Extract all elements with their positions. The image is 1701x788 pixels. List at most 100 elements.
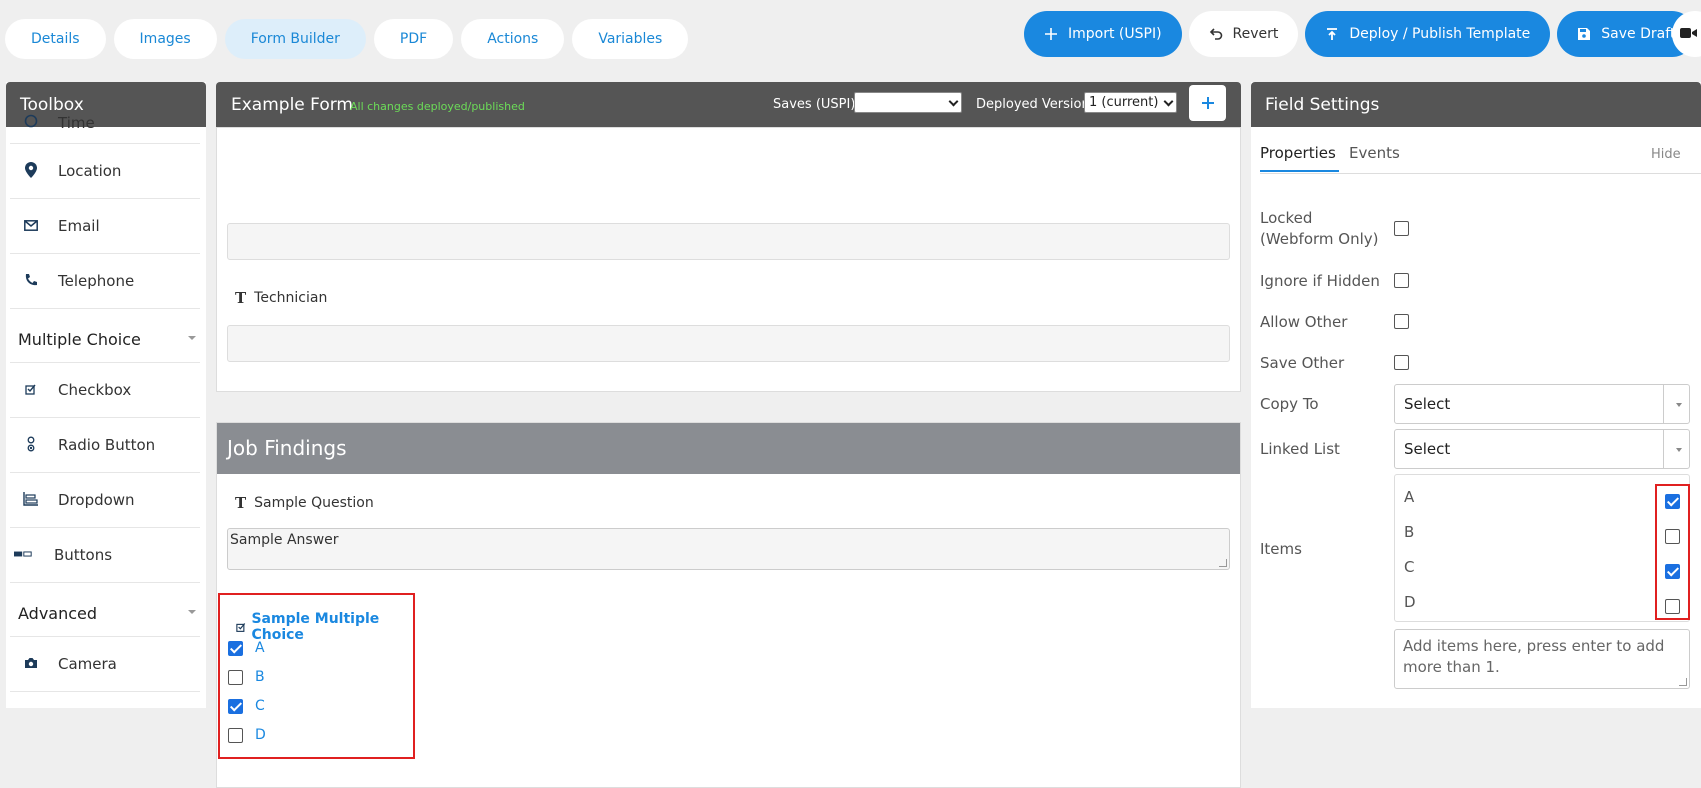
- tab-images[interactable]: Images: [113, 19, 217, 59]
- toolbox-item-email[interactable]: Email: [10, 199, 200, 254]
- toolbox-item-label: Time: [58, 114, 95, 132]
- chevron-down-icon: [1163, 96, 1174, 107]
- item-a-checkbox[interactable]: [1665, 494, 1680, 509]
- tab-events[interactable]: Events: [1349, 144, 1400, 162]
- item-c-checkbox[interactable]: [1665, 564, 1680, 579]
- save-other-label: Save Other: [1260, 354, 1345, 372]
- deployed-version-select[interactable]: 1 (current): [1084, 92, 1177, 113]
- deployed-version-value: 1 (current): [1089, 95, 1159, 110]
- chevron-down-icon: [1676, 448, 1682, 452]
- field-label-text: Technician: [254, 290, 328, 306]
- ignore-if-hidden-checkbox[interactable]: [1394, 273, 1409, 288]
- dropdown-icon: [22, 490, 40, 508]
- toolbox-item-label: Dropdown: [58, 491, 135, 509]
- toolbox-category-advanced[interactable]: Advanced: [10, 583, 200, 637]
- toolbox-panel: Toolbox Time Location Email Telephone Mu…: [6, 82, 206, 708]
- checkbox-unchecked[interactable]: [228, 669, 243, 685]
- toolbox-item-location[interactable]: Location: [10, 144, 200, 199]
- camera-icon: [22, 654, 40, 672]
- tab-actions[interactable]: Actions: [461, 19, 565, 59]
- toolbox-item-dropdown[interactable]: Dropdown: [10, 473, 200, 528]
- input-field[interactable]: [227, 223, 1230, 260]
- toolbox-item-camera[interactable]: Camera: [10, 637, 200, 692]
- add-items-placeholder: Add items here, press enter to add more …: [1403, 637, 1665, 676]
- form-title: Example Form: [231, 95, 353, 115]
- linked-list-select[interactable]: Select: [1394, 429, 1690, 469]
- ignore-if-hidden-label: Ignore if Hidden: [1260, 272, 1380, 290]
- save-other-checkbox[interactable]: [1394, 355, 1409, 370]
- deploy-publish-button[interactable]: Deploy / Publish Template: [1305, 11, 1551, 57]
- tab-form-builder[interactable]: Form Builder: [224, 19, 366, 59]
- add-version-button[interactable]: [1189, 85, 1226, 121]
- resize-handle[interactable]: [1219, 559, 1227, 567]
- envelope-icon: [22, 216, 40, 234]
- mc-option-b[interactable]: B: [228, 669, 265, 685]
- saves-select[interactable]: [854, 92, 962, 113]
- items-label: Items: [1260, 540, 1302, 558]
- toolbox-item-label: Email: [58, 217, 100, 235]
- toolbox-list: Time Location Email Telephone Multiple C…: [10, 114, 200, 692]
- checkbox-checked[interactable]: [228, 640, 243, 656]
- field-label-text: Sample Question: [254, 495, 374, 511]
- checkbox-checked[interactable]: [228, 698, 243, 714]
- undo-icon: [1209, 28, 1222, 40]
- section-header: Job Findings: [217, 423, 1240, 474]
- sample-answer-textarea[interactable]: Sample Answer: [227, 528, 1230, 570]
- hide-button[interactable]: Hide: [1651, 147, 1681, 162]
- toolbox-item-time[interactable]: Time: [10, 114, 200, 144]
- field-settings-title: Field Settings: [1265, 95, 1380, 115]
- select-divider: [1663, 385, 1664, 423]
- option-label: B: [255, 669, 265, 685]
- text-field-icon: T: [235, 289, 247, 307]
- tab-divider: [1260, 173, 1701, 174]
- select-divider: [1663, 430, 1664, 468]
- mc-option-d[interactable]: D: [228, 727, 266, 743]
- upload-icon: [1327, 28, 1338, 40]
- form-card: T Technician: [216, 127, 1241, 392]
- buttons-icon: [14, 545, 32, 563]
- tab-variables[interactable]: Variables: [572, 19, 689, 59]
- category-label: Multiple Choice: [18, 330, 141, 349]
- add-items-textarea[interactable]: Add items here, press enter to add more …: [1394, 629, 1690, 689]
- tab-details[interactable]: Details: [5, 19, 106, 59]
- toolbox-item-buttons[interactable]: Buttons: [10, 528, 200, 583]
- locked-checkbox[interactable]: [1394, 221, 1409, 236]
- mc-option-a[interactable]: A: [228, 640, 265, 656]
- mc-option-c[interactable]: C: [228, 698, 265, 714]
- tab-bar: Details Images Form Builder PDF Actions …: [5, 19, 689, 59]
- copy-to-label: Copy To: [1260, 395, 1319, 413]
- allow-other-checkbox[interactable]: [1394, 314, 1409, 329]
- items-checkbox-column: [1655, 484, 1690, 620]
- linked-list-value: Select: [1404, 440, 1451, 458]
- allow-other-label: Allow Other: [1260, 313, 1348, 331]
- items-list: A B C D: [1394, 474, 1690, 622]
- resize-handle[interactable]: [1679, 678, 1687, 686]
- toolbox-category-multiple-choice[interactable]: Multiple Choice: [10, 309, 200, 363]
- toolbox-item-telephone[interactable]: Telephone: [10, 254, 200, 309]
- checkbox-unchecked[interactable]: [228, 727, 243, 743]
- mc-title-text: Sample Multiple Choice: [251, 611, 380, 643]
- field-settings-tabs: Properties Events Hide: [1251, 128, 1701, 174]
- collapse-caret-icon[interactable]: [188, 610, 196, 614]
- tab-pdf[interactable]: PDF: [373, 19, 454, 59]
- locked-label: Locked: [1260, 209, 1313, 227]
- phone-icon: [22, 271, 40, 289]
- toolbox-item-checkbox[interactable]: Checkbox: [10, 363, 200, 418]
- item-d-checkbox[interactable]: [1665, 599, 1680, 614]
- form-canvas: Example Form All changes deployed/publis…: [216, 82, 1241, 788]
- collapse-caret-icon[interactable]: [188, 336, 196, 340]
- revert-button[interactable]: Revert: [1188, 11, 1299, 57]
- copy-to-select[interactable]: Select: [1394, 384, 1690, 424]
- chevron-down-icon: [948, 96, 959, 107]
- item-label: D: [1404, 593, 1416, 611]
- tab-properties[interactable]: Properties: [1260, 144, 1336, 162]
- mc-title: Sample Multiple Choice: [236, 611, 413, 643]
- field-settings-header: Field Settings: [1251, 82, 1701, 127]
- technician-input[interactable]: [227, 325, 1230, 362]
- toolbox-item-radio-button[interactable]: Radio Button: [10, 418, 200, 473]
- sample-multiple-choice-field[interactable]: Sample Multiple Choice A B C D: [218, 593, 415, 759]
- job-findings-section: Job Findings T Sample Question Sample An…: [216, 422, 1241, 788]
- import-button[interactable]: Import (USPI): [1024, 11, 1182, 57]
- sample-question-label: T Sample Question: [235, 494, 374, 512]
- item-b-checkbox[interactable]: [1665, 529, 1680, 544]
